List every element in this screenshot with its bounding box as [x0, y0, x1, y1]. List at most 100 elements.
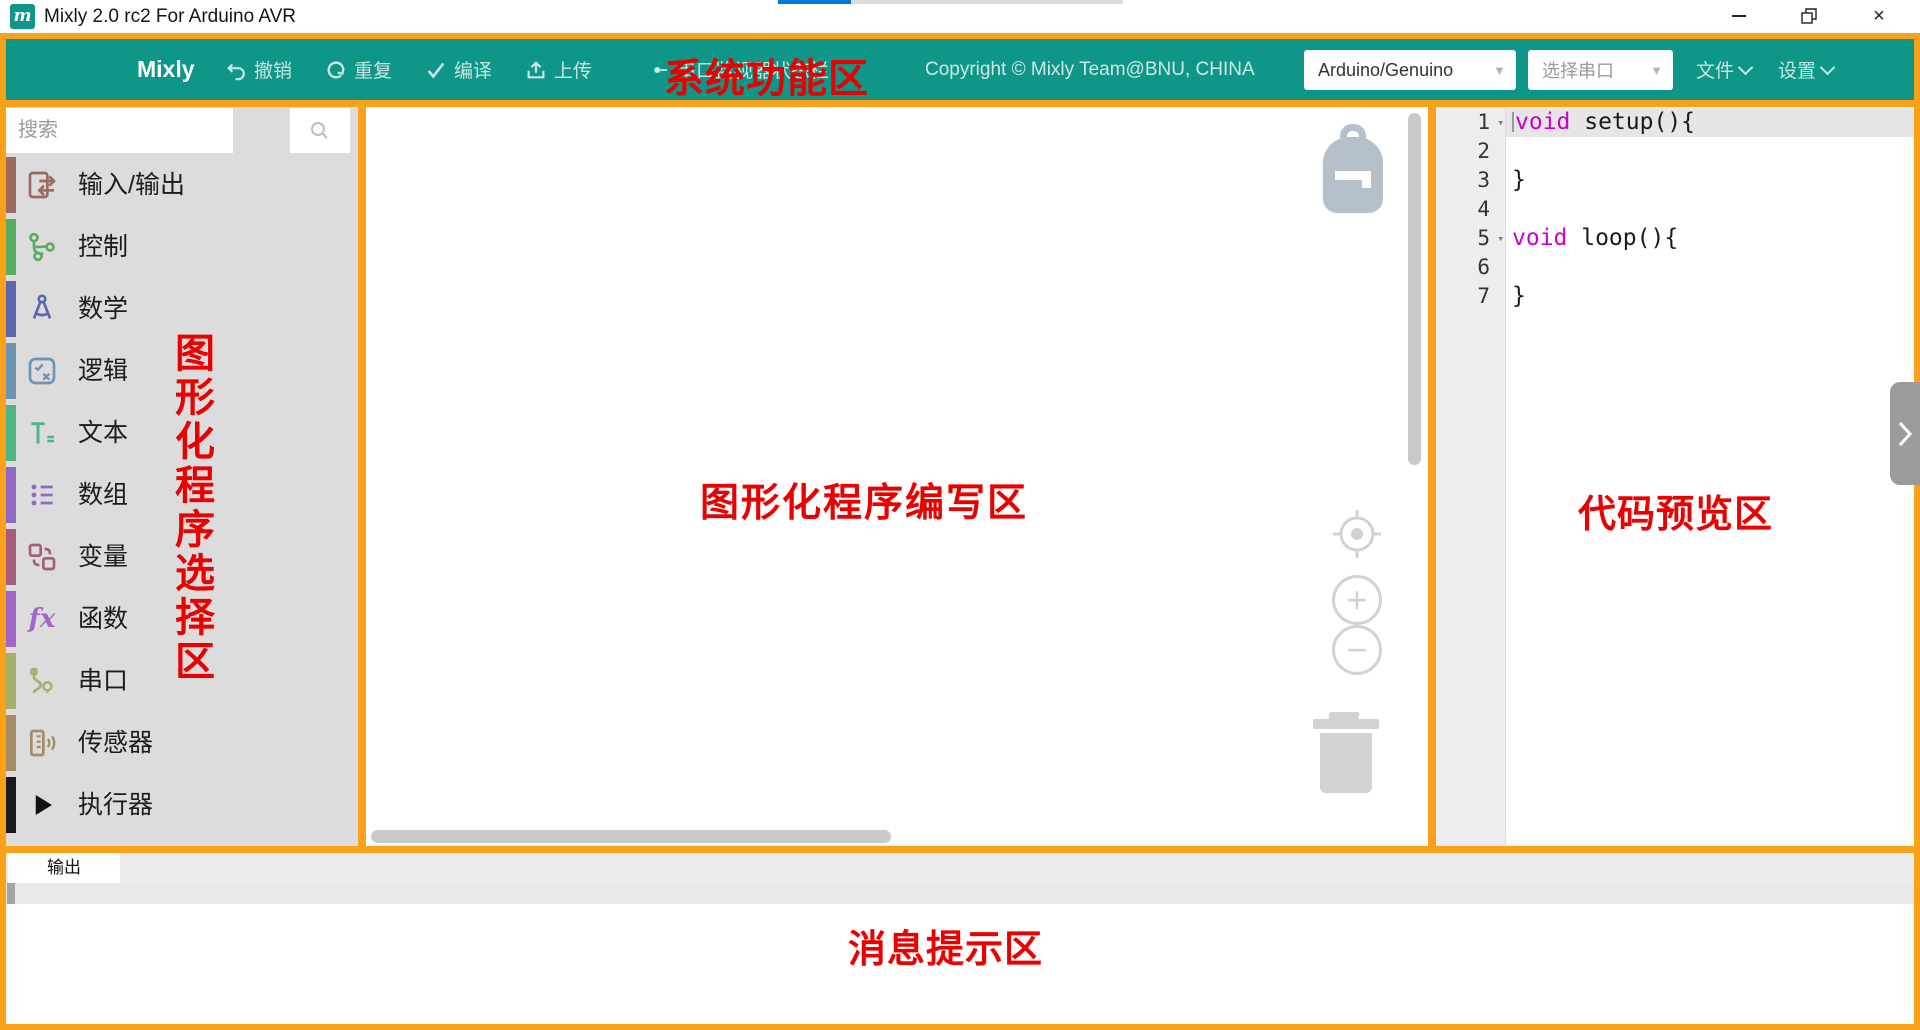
branch-icon — [25, 230, 59, 264]
upload-button[interactable]: 上传 — [525, 39, 592, 100]
redo-icon — [325, 59, 347, 81]
sensor-icon — [25, 726, 59, 760]
sidebar-item-label: 串口 — [78, 650, 128, 712]
search-button[interactable] — [290, 108, 350, 153]
minimize-button[interactable] — [1714, 0, 1764, 32]
sidebar-item-function[interactable]: fx 函数 — [6, 588, 358, 650]
sidebar-item-math[interactable]: 数学 — [6, 278, 358, 340]
trash-icon[interactable] — [1313, 707, 1379, 793]
settings-menu[interactable]: 设置 — [1778, 39, 1833, 100]
search-icon — [308, 119, 332, 143]
progress-bar-track — [851, 0, 1123, 4]
backpack-zipper — [1335, 171, 1371, 180]
sidebar-item-label: 控制 — [78, 216, 128, 278]
tab-output[interactable]: 输出 — [8, 853, 120, 883]
category-color-bar — [6, 715, 16, 771]
undo-button[interactable]: 撤销 — [225, 39, 292, 100]
fold-caret-icon[interactable]: ▾ — [1497, 108, 1504, 137]
chevron-down-icon — [1820, 60, 1836, 76]
category-color-bar — [6, 281, 16, 337]
sidebar-item-array[interactable]: 数组 — [6, 464, 358, 526]
mixly-window: m Mixly 2.0 rc2 For Arduino AVR × Mixly … — [0, 0, 1920, 1030]
horizontal-scrollbar[interactable] — [371, 830, 891, 843]
sidebar-item-text[interactable]: 文本 — [6, 402, 358, 464]
zoom-in-button[interactable]: + — [1332, 575, 1382, 625]
fx-icon: fx — [25, 602, 59, 636]
redo-button[interactable]: 重复 — [325, 39, 392, 100]
sidebar-item-label: 数组 — [78, 464, 128, 526]
sidebar-item-label: 传感器 — [78, 712, 153, 774]
compile-button[interactable]: 编译 — [425, 39, 492, 100]
close-button[interactable]: × — [1854, 0, 1904, 32]
settings-menu-label: 设置 — [1778, 56, 1816, 83]
sidebar-item-label: 逻辑 — [78, 340, 128, 402]
port-select-placeholder: 选择串口 — [1542, 57, 1614, 83]
minimize-icon — [1732, 15, 1746, 17]
line-number: 4 — [1450, 195, 1490, 224]
play-icon — [25, 788, 59, 822]
fold-caret-icon[interactable]: ▾ — [1497, 224, 1504, 253]
search-input[interactable] — [6, 108, 233, 153]
trash-body — [1320, 733, 1372, 793]
sidebar-item-actuator[interactable]: 执行器 — [6, 774, 358, 836]
output-scrollbar-track[interactable] — [6, 883, 1914, 904]
block-workspace[interactable]: + − — [366, 107, 1428, 846]
serial-status-button[interactable]: 串口监视器状态栏 — [652, 39, 829, 100]
title-bar: m Mixly 2.0 rc2 For Arduino AVR × — [0, 0, 1920, 33]
line-number: 3 — [1450, 166, 1490, 195]
sidebar-item-label: 变量 — [78, 526, 128, 588]
undo-icon — [225, 59, 247, 81]
line-number: 7 — [1450, 282, 1490, 311]
category-color-bar — [6, 529, 16, 585]
mixly-brand[interactable]: Mixly — [137, 39, 195, 100]
code-line: } — [1512, 166, 1526, 195]
check-cross-icon — [25, 354, 59, 388]
output-tab-strip — [6, 853, 1914, 883]
block-category-sidebar: 输入/输出 控制 数学 逻辑 — [6, 107, 358, 846]
trash-lid — [1313, 719, 1379, 729]
category-color-bar — [6, 157, 16, 213]
frame-under-toolbar — [0, 100, 1920, 107]
board-select[interactable]: Arduino/Genuino ▼ — [1304, 50, 1516, 90]
code-preview-panel: 1▾ 2 3 4 5▾ 6 7 void setup(){ } void loo… — [1436, 107, 1914, 846]
sidebar-item-logic[interactable]: 逻辑 — [6, 340, 358, 402]
upload-label: 上传 — [554, 56, 592, 83]
line-number: 6 — [1450, 253, 1490, 282]
file-menu-label: 文件 — [1696, 56, 1734, 83]
toolbar: Mixly 撤销 重复 编译 上传 — [6, 39, 1914, 100]
restore-button[interactable] — [1784, 0, 1834, 32]
sidebar-item-label: 函数 — [78, 588, 128, 650]
file-menu[interactable]: 文件 — [1696, 39, 1751, 100]
category-color-bar — [6, 591, 16, 647]
backpack-icon[interactable] — [1323, 137, 1383, 213]
progress-bar-filled — [778, 0, 851, 4]
frame-left — [0, 33, 6, 1030]
sidebar-item-inout[interactable]: 输入/输出 — [6, 154, 358, 216]
category-color-bar — [6, 405, 16, 461]
category-color-bar — [6, 777, 16, 833]
line-number: 1 — [1450, 108, 1490, 137]
sidebar-item-sensor[interactable]: 传感器 — [6, 712, 358, 774]
zoom-out-button[interactable]: − — [1332, 625, 1382, 675]
port-select[interactable]: 选择串口 ▼ — [1528, 50, 1673, 90]
category-color-bar — [6, 467, 16, 523]
check-icon — [425, 59, 447, 81]
undo-label: 撤销 — [254, 56, 292, 83]
sidebar-item-control[interactable]: 控制 — [6, 216, 358, 278]
crosshair-icon — [1329, 506, 1385, 562]
code-panel-collapse-handle[interactable] — [1890, 382, 1920, 485]
line-number: 5 — [1450, 224, 1490, 253]
output-panel: 输出 — [6, 853, 1914, 1024]
board-select-value: Arduino/Genuino — [1318, 60, 1453, 81]
sidebar-item-serial[interactable]: 串口 — [6, 650, 358, 712]
sidebar-item-variable[interactable]: 变量 — [6, 526, 358, 588]
frame-top — [0, 33, 1920, 39]
category-color-bar — [6, 343, 16, 399]
output-scrollbar-thumb[interactable] — [7, 883, 15, 904]
sidebar-item-label: 执行器 — [78, 774, 153, 836]
upload-icon — [525, 59, 547, 81]
text-cursor — [1512, 112, 1514, 132]
center-workspace-button[interactable] — [1329, 506, 1385, 567]
in-out-icon — [25, 168, 59, 202]
vertical-scrollbar[interactable] — [1408, 113, 1421, 465]
